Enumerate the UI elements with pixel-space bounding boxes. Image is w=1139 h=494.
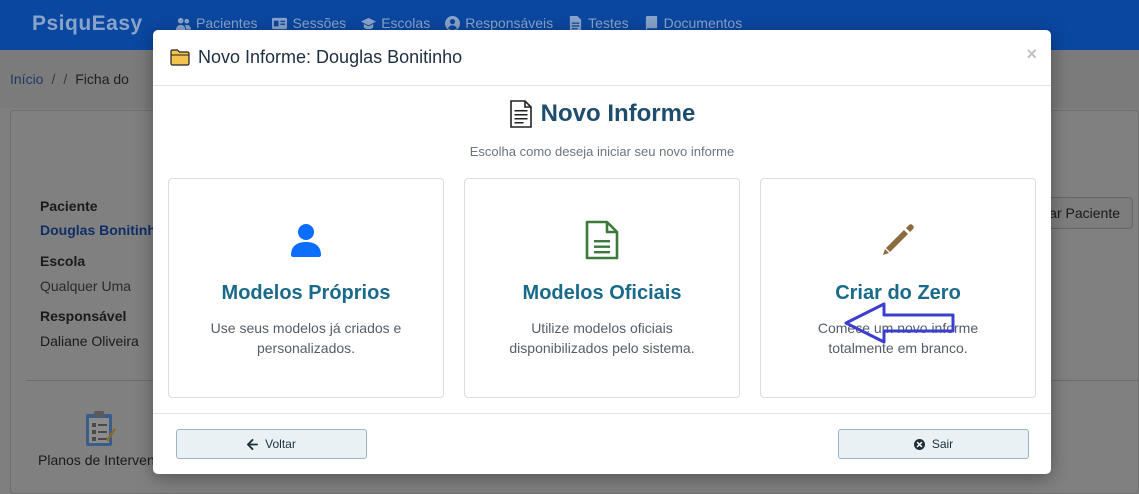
option-description: Utilize modelos oficiais disponibilizado… (509, 320, 695, 356)
hero-subtitle: Escolha como deseja iniciar seu novo inf… (469, 144, 735, 159)
nav-label: Testes (588, 15, 629, 31)
modal-header: Novo Informe: Douglas Bonitinho × (153, 30, 1051, 86)
nav-label: Sessões (292, 15, 347, 31)
modal-title-wrap: Novo Informe: Douglas Bonitinho (170, 47, 462, 68)
users-icon (176, 17, 191, 30)
breadcrumb-current: Ficha do (75, 71, 129, 87)
nav-item-escolas[interactable]: Escolas (361, 15, 430, 31)
guardian-info: Responsável Daliane Oliveira (40, 308, 139, 349)
school-label: Escola (40, 253, 86, 269)
option-description: Use seus modelos já criados e personaliz… (210, 320, 402, 356)
breadcrumb: Início / / Ficha do (10, 71, 129, 87)
close-circle-icon (913, 438, 925, 450)
report-options: Modelos Próprios Use seus modelos já cri… (168, 178, 1036, 398)
annotation-arrow-icon (844, 302, 955, 344)
nav-item-responsaveis[interactable]: Responsáveis (445, 15, 553, 31)
exit-button[interactable]: Sair (838, 429, 1029, 459)
patient-label: Paciente (40, 198, 98, 214)
user-circle-icon (445, 15, 461, 31)
breadcrumb-separator: / (63, 71, 68, 87)
guardian-label: Responsável (40, 308, 127, 324)
hero-title-wrap: Novo Informe (509, 100, 696, 128)
user-icon (291, 224, 321, 257)
option-title: Modelos Oficiais (522, 282, 682, 304)
modal-hero: Novo Informe Escolha como deseja iniciar… (153, 100, 1051, 159)
school-info: Escola Qualquer Uma (40, 253, 131, 294)
breadcrumb-separator: / (51, 71, 56, 87)
option-from-scratch[interactable]: Criar do Zero Comece um novo informe tot… (760, 178, 1036, 398)
modal-footer: Voltar Sair (153, 413, 1051, 474)
hero-title: Novo Informe (540, 100, 696, 127)
patient-name-link[interactable]: Douglas Bonitinho (40, 222, 164, 238)
nav-item-documentos[interactable]: Documentos (644, 15, 743, 31)
nav-item-testes[interactable]: Testes (568, 15, 629, 31)
option-icon-wrap (583, 219, 621, 261)
option-icon-wrap (287, 219, 325, 261)
option-title: Modelos Próprios (221, 282, 391, 304)
clipboard-icon[interactable] (84, 410, 116, 448)
nav-label: Escolas (381, 15, 431, 31)
folder-icon (170, 49, 190, 66)
arrow-left-icon (247, 438, 259, 450)
breadcrumb-home-link[interactable]: Início (10, 71, 43, 87)
main-nav: Pacientes Sessões Escolas Responsáveis T… (176, 15, 742, 31)
option-own-models[interactable]: Modelos Próprios Use seus modelos já cri… (168, 178, 444, 398)
book-icon (645, 15, 657, 31)
guardian-value: Daliane Oliveira (40, 333, 139, 349)
close-modal-button[interactable]: × (1026, 44, 1037, 65)
new-report-modal: Novo Informe: Douglas Bonitinho × Novo I… (153, 30, 1051, 474)
option-icon-wrap (879, 219, 917, 261)
back-button[interactable]: Voltar (176, 429, 367, 459)
brand-logo[interactable]: PsiquEasy (32, 12, 143, 36)
file-lines-icon (585, 220, 619, 260)
exit-button-label: Sair (931, 437, 954, 451)
nav-label: Pacientes (196, 15, 258, 31)
school-value: Qualquer Uma (40, 278, 132, 294)
graduation-cap-icon (361, 17, 377, 29)
nav-label: Responsáveis (465, 15, 554, 31)
id-card-icon (272, 17, 288, 29)
back-button-label: Voltar (265, 437, 296, 451)
nav-item-sessoes[interactable]: Sessões (272, 15, 346, 31)
nav-item-pacientes[interactable]: Pacientes (176, 15, 257, 31)
modal-title: Novo Informe: Douglas Bonitinho (198, 47, 463, 67)
nav-label: Documentos (663, 15, 743, 31)
file-text-icon (570, 15, 582, 31)
pencil-icon (883, 224, 914, 255)
patient-info: Paciente Douglas Bonitinho (40, 198, 164, 238)
option-official-models[interactable]: Modelos Oficiais Utilize modelos oficiai… (464, 178, 740, 398)
document-icon (509, 100, 532, 128)
plans-label[interactable]: Planos de Interven (38, 452, 155, 468)
